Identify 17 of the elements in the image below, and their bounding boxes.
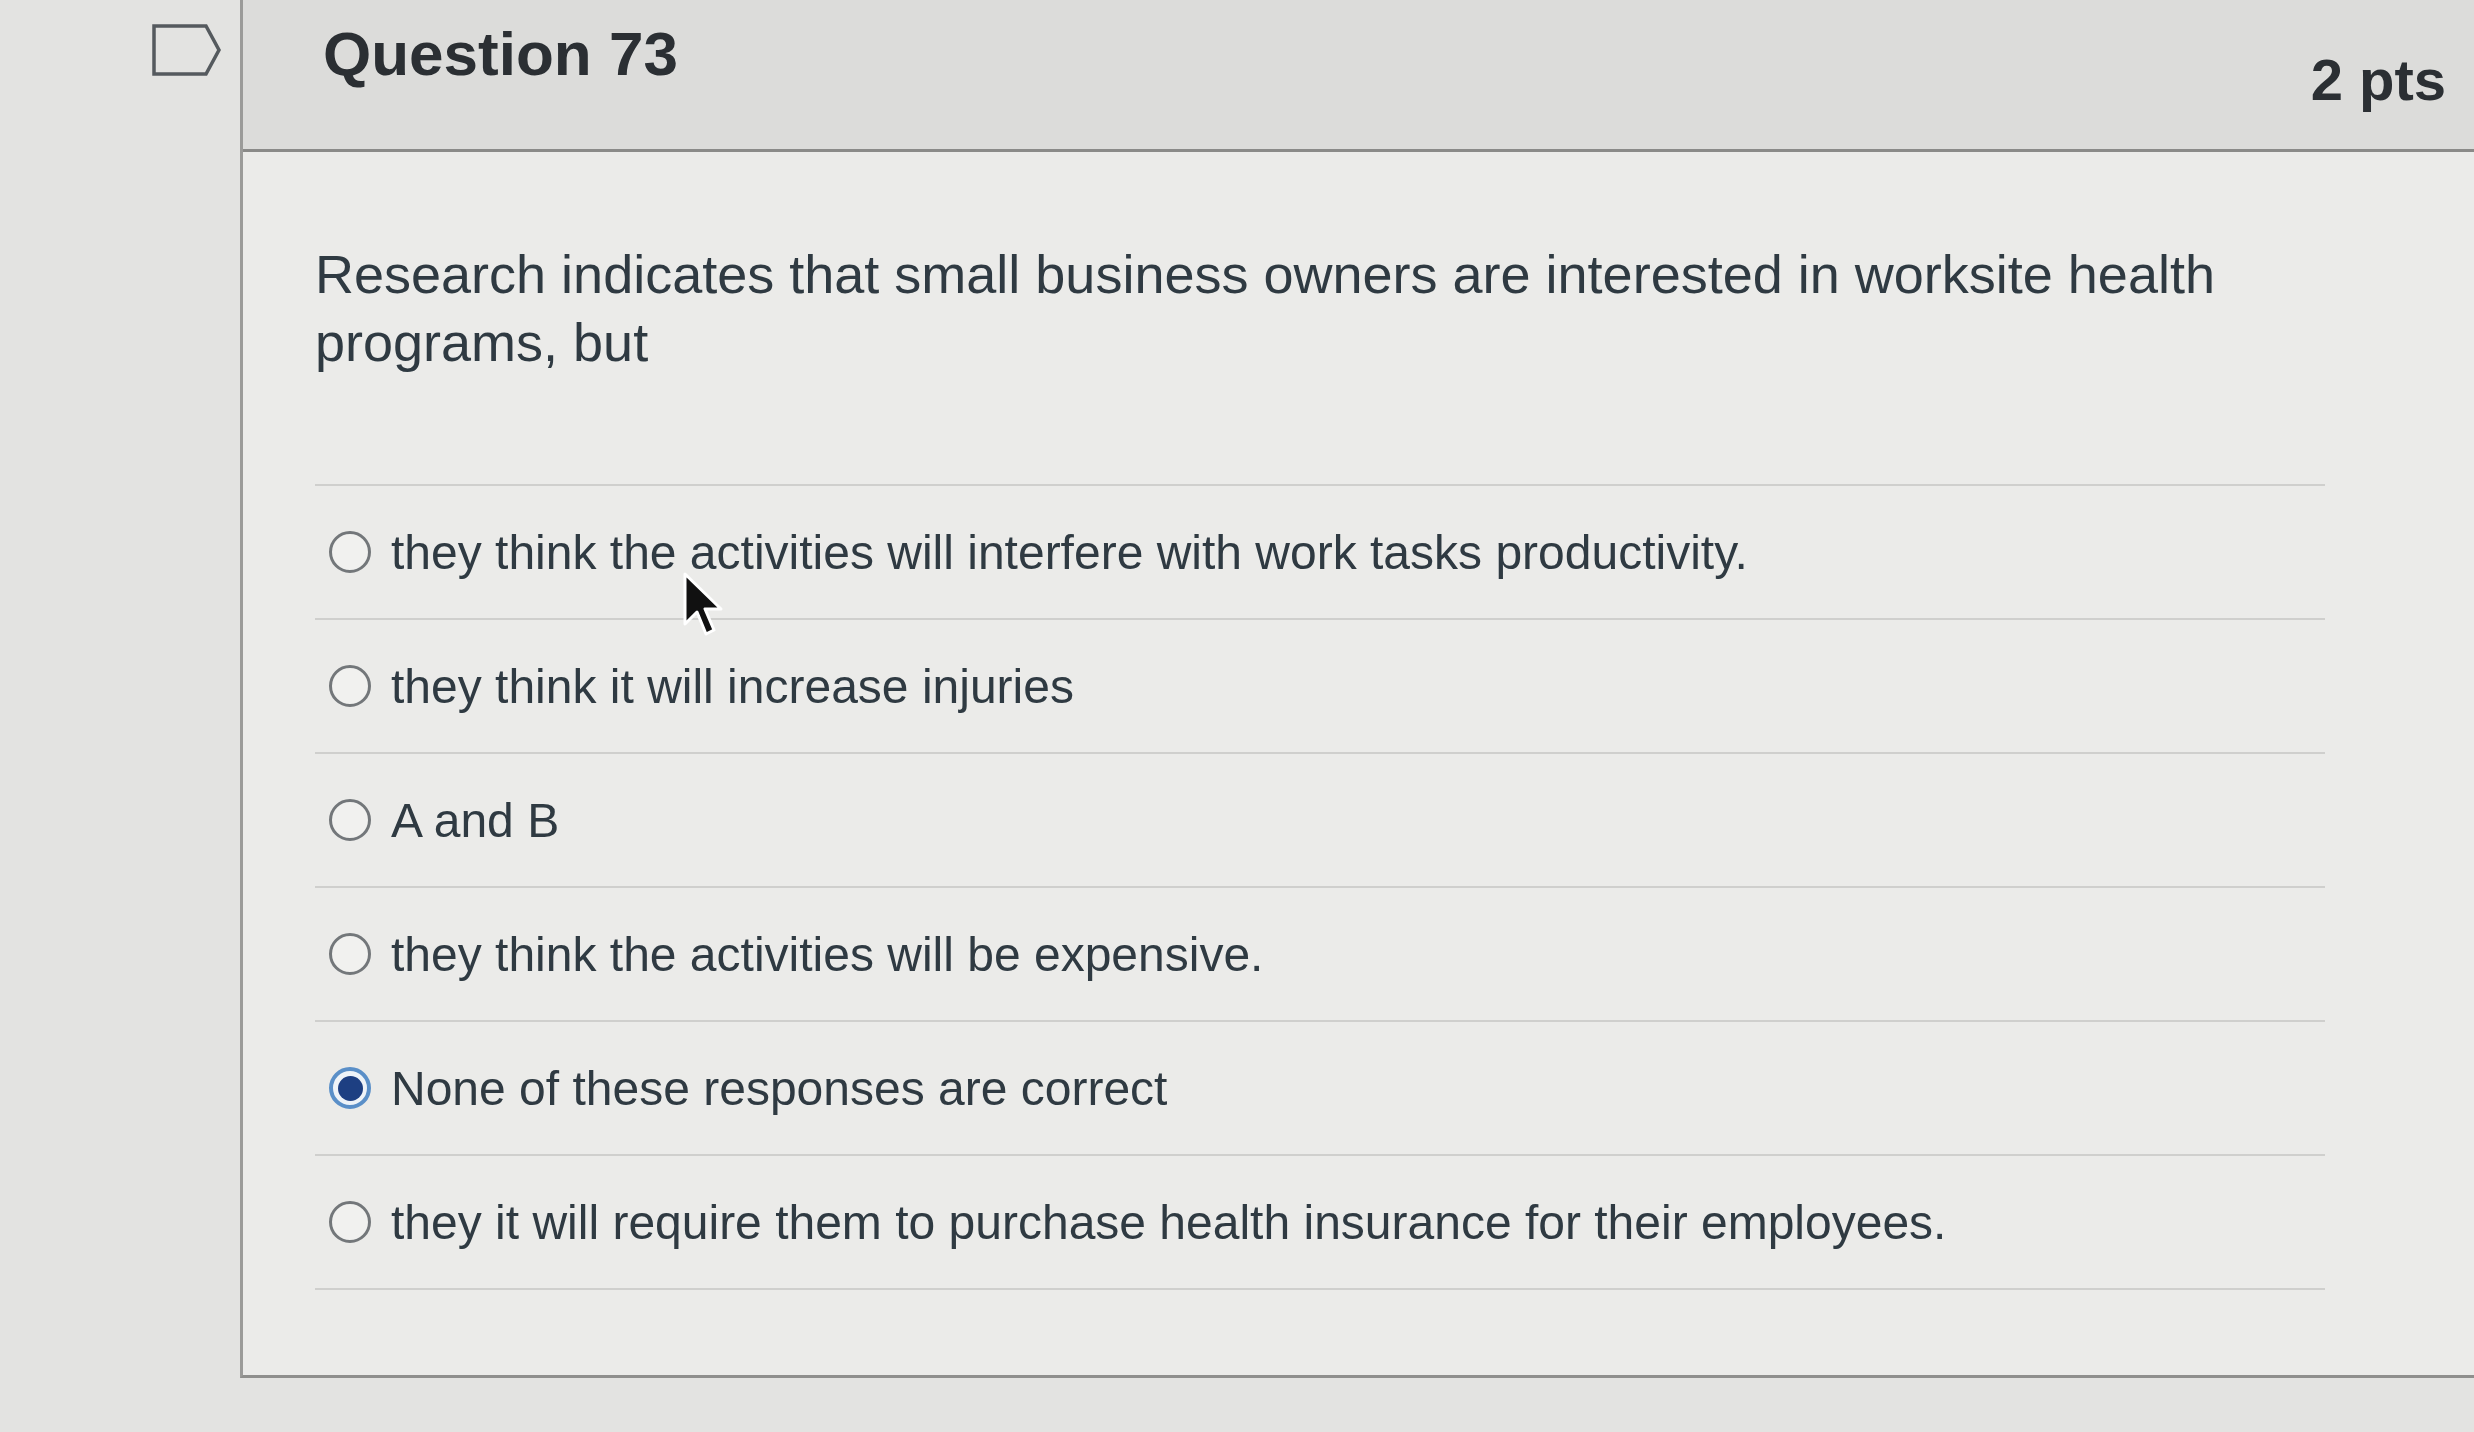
radio-button[interactable] — [329, 531, 371, 573]
radio-button[interactable] — [329, 799, 371, 841]
answer-text: they think the activities will be expensive. — [391, 926, 1264, 982]
tag-icon[interactable] — [152, 24, 222, 76]
radio-button[interactable] — [329, 1201, 371, 1243]
question-title: Question 73 — [323, 18, 678, 89]
answer-text: they think it will increase injuries — [391, 658, 1074, 714]
answer-text: they think the activities will interfere with work tasks productivity. — [391, 524, 1748, 580]
answer-text: they it will require them to purchase health insurance for their employees. — [391, 1194, 1947, 1250]
answer-text: A and B — [391, 792, 560, 848]
radio-button[interactable] — [329, 933, 371, 975]
radio-button[interactable] — [329, 665, 371, 707]
answer-text: None of these responses are correct — [391, 1060, 1168, 1116]
mouse-pointer-icon — [683, 572, 723, 636]
radio-button[interactable] — [329, 1067, 371, 1109]
points-label: 2 pts — [2310, 46, 2446, 113]
question-text: Research indicates that small business owners are interested in worksite health programs, but — [315, 243, 2216, 374]
